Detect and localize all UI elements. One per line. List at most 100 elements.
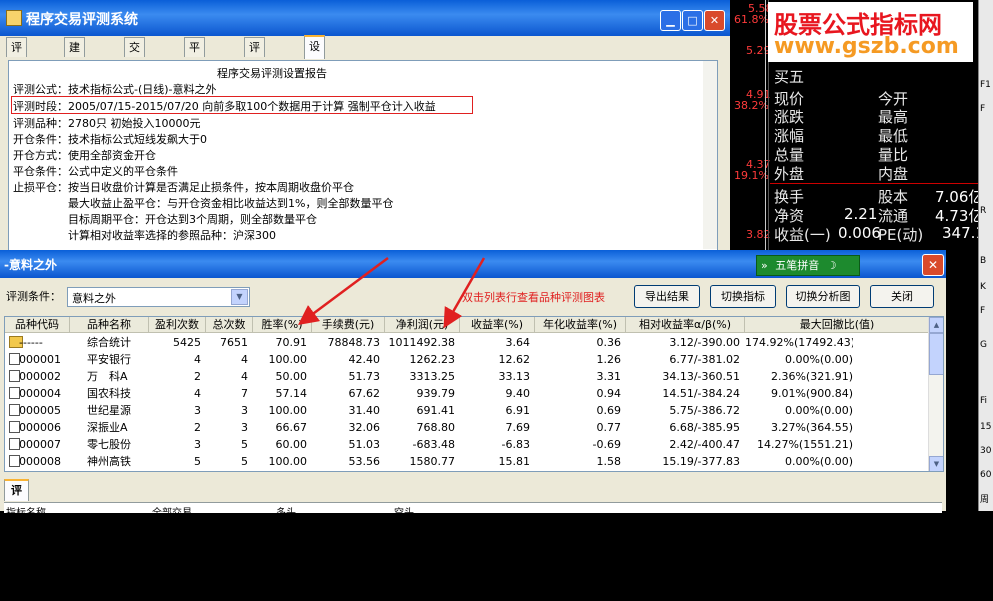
table-cell-ret: -6.83	[501, 438, 530, 451]
table-cell-name: 深振业A	[87, 421, 128, 434]
report-line: 开仓条件：技术指标公式短线发飙大于0	[13, 133, 207, 146]
quote-label: PE(动)	[878, 226, 924, 244]
report-title: 程序交易评测设置报告	[217, 67, 327, 80]
table-cell-fee: 78848.73	[327, 336, 381, 349]
minimize-button[interactable]: ▁	[660, 10, 681, 31]
tab-formula[interactable]: 评测公式	[6, 37, 27, 111]
toolbar-item[interactable]: R	[980, 206, 986, 216]
toolbar-item[interactable]: Fi	[980, 396, 987, 406]
price-level-label: 3.82	[746, 228, 771, 241]
table-cell-total: 7	[241, 387, 248, 400]
table-row[interactable]: ------ 综合统计 5425 7651 70.91 78848.73 1011492.3…	[5, 334, 929, 351]
column-header[interactable]: 相对收益率α/β(%)	[626, 317, 745, 333]
table-row[interactable]: 000007 零七股份 3 5 60.00 51.03 -683.48 -6.83 -0.69 2…	[5, 436, 929, 453]
quote-label: 收益(一)	[774, 226, 831, 244]
switch-chart-button[interactable]: 切换分析图	[786, 285, 860, 308]
toolbar-item[interactable]: 周	[980, 492, 989, 505]
toolbar-item[interactable]: F	[980, 306, 985, 316]
export-button[interactable]: 导出结果	[634, 285, 700, 308]
column-header[interactable]: 收益率(%)	[460, 317, 535, 333]
column-header[interactable]: 年化收益率(%)	[535, 317, 626, 333]
results-table: 品种代码 品种名称 盈利次数 总次数 胜率(%) 手续费(元) 净利润(元) 收…	[4, 316, 944, 472]
table-cell-ret: 9.40	[505, 387, 531, 400]
table-cell-rate: 57.14	[275, 387, 308, 400]
window-titlebar[interactable]: 程序交易评测系统 ▁ □ ✕	[0, 0, 730, 36]
report-scrollbar[interactable]	[703, 61, 717, 249]
toolbar-item[interactable]: F	[980, 104, 985, 114]
table-cell-total: 3	[241, 421, 248, 434]
table-cell-annual: 3.31	[596, 370, 622, 383]
switch-indicator-button[interactable]: 切换指标	[710, 285, 776, 308]
quote-label: 涨跌	[774, 108, 805, 126]
column-header[interactable]: 净利润(元)	[385, 317, 460, 333]
toolbar-item[interactable]: 15	[980, 422, 991, 432]
tab-close-rules[interactable]: 平仓规则	[184, 37, 205, 111]
column-header[interactable]: 最大回撤比(值)	[745, 317, 930, 333]
report-line: 止损平仓：按当日收盘价计算是否满足止损条件，按本周期收盘价平仓	[13, 181, 354, 194]
table-row[interactable]: 000006 深振业A 2 3 66.67 32.06 768.80 7.69 0.77 6.68…	[5, 419, 929, 436]
table-cell-profit: 768.80	[416, 421, 456, 434]
table-cell-total: 5	[241, 455, 248, 468]
scroll-thumb[interactable]	[929, 333, 943, 375]
condition-select[interactable]: 意料之外 ▼	[67, 287, 250, 307]
toolbar-item[interactable]: 60	[980, 470, 991, 480]
toolbar-item[interactable]: K	[980, 282, 986, 292]
table-cell-dd: 2.36%(321.91)	[770, 370, 853, 383]
report-line: 最大收益止盈平仓：与开仓资金相比收益达到1%，则全部数量平仓	[13, 197, 394, 210]
chevron-down-icon[interactable]: ▼	[231, 289, 248, 305]
tab-open-rules[interactable]: 建仓规则	[64, 37, 85, 111]
detail-panel: 指标名称 全部交易 多头 空头	[4, 502, 942, 519]
table-row[interactable]: 000004 国农科技 4 7 57.14 67.62 939.79 9.40 0.94 14.5…	[5, 385, 929, 402]
close-button[interactable]: ✕	[922, 254, 944, 276]
table-cell-code: 000004	[19, 387, 61, 400]
table-cell-code: 000006	[19, 421, 61, 434]
toolbar-item[interactable]: B	[980, 256, 986, 266]
window-title: 程序交易评测系统	[26, 12, 138, 28]
table-cell-rel: 6.77/-381.02	[669, 353, 740, 366]
table-cell-rate: 66.67	[275, 421, 308, 434]
detail-header: 多头	[276, 508, 296, 519]
scroll-up-icon[interactable]: ▲	[929, 317, 943, 333]
scroll-down-icon[interactable]: ▼	[929, 456, 943, 471]
table-scrollbar[interactable]: ▲ ▼	[928, 317, 943, 471]
table-row[interactable]: 000005 世纪星源 3 3 100.00 31.40 691.41 6.91 0.69 5.7…	[5, 402, 929, 419]
column-header[interactable]: 手续费(元)	[312, 317, 385, 333]
table-cell-name: 神州高铁	[87, 455, 131, 468]
column-header[interactable]: 品种代码	[5, 317, 70, 333]
report-line: 开仓方式：使用全部资金开仓	[13, 149, 156, 162]
table-row[interactable]: 000008 神州高铁 5 5 100.00 53.56 1580.77 15.81 1.58 1…	[5, 453, 929, 470]
quote-label: 净资	[774, 207, 805, 225]
tab-settings-report[interactable]: 设置报告	[304, 35, 325, 110]
ime-indicator[interactable]: » 五笔拼音 ☽	[756, 255, 860, 276]
column-header[interactable]: 盈利次数	[149, 317, 206, 333]
table-cell-rel: 2.42/-400.47	[669, 438, 740, 451]
quote-label: 涨幅	[774, 127, 805, 145]
table-cell-name: 万 科A	[87, 370, 128, 383]
tab-indicator-details[interactable]: 评测指标详情	[4, 479, 29, 597]
report-line: 评测公式：技术指标公式-(日线)-意料之外	[13, 83, 217, 96]
toolbar-item[interactable]: F1	[980, 80, 991, 90]
column-header[interactable]: 总次数	[206, 317, 253, 333]
chevron-icon: »	[761, 259, 768, 272]
table-cell-code: 000001	[19, 353, 61, 366]
maximize-button[interactable]: □	[682, 10, 703, 31]
tab-trade-mode[interactable]: 交易方式	[124, 37, 145, 111]
table-row[interactable]: 000002 万 科A 2 4 50.00 51.73 3313.25 33.13 3.31 34…	[5, 368, 929, 385]
condition-label: 评测条件：	[6, 290, 61, 303]
window-titlebar[interactable]: -意料之外 » 五笔拼音 ☽ ✕	[0, 250, 946, 278]
table-cell-win: 2	[194, 421, 201, 434]
tab-instruments[interactable]: 评测品种	[244, 37, 265, 111]
toolbar-item[interactable]: 30	[980, 446, 991, 456]
close-button[interactable]: ✕	[704, 10, 725, 31]
table-cell-annual: 0.77	[596, 421, 622, 434]
table-row[interactable]: 000001 平安银行 4 4 100.00 42.40 1262.23 12.62 1.26 6…	[5, 351, 929, 368]
close-results-button[interactable]: 关闭	[870, 285, 934, 308]
table-cell-code: 000008	[19, 455, 61, 468]
table-cell-dd: 3.27%(364.55)	[770, 421, 853, 434]
column-header[interactable]: 品种名称	[70, 317, 149, 333]
table-cell-name: 平安银行	[87, 353, 131, 366]
column-header[interactable]: 胜率(%)	[253, 317, 312, 333]
toolbar-item[interactable]: G	[980, 340, 987, 350]
report-line: 平仓条件：公式中定义的平仓条件	[13, 165, 178, 178]
evaluation-system-window: 程序交易评测系统 ▁ □ ✕ 评测公式 建仓规则 交易方式 平仓规则 评测品种 …	[0, 0, 730, 262]
